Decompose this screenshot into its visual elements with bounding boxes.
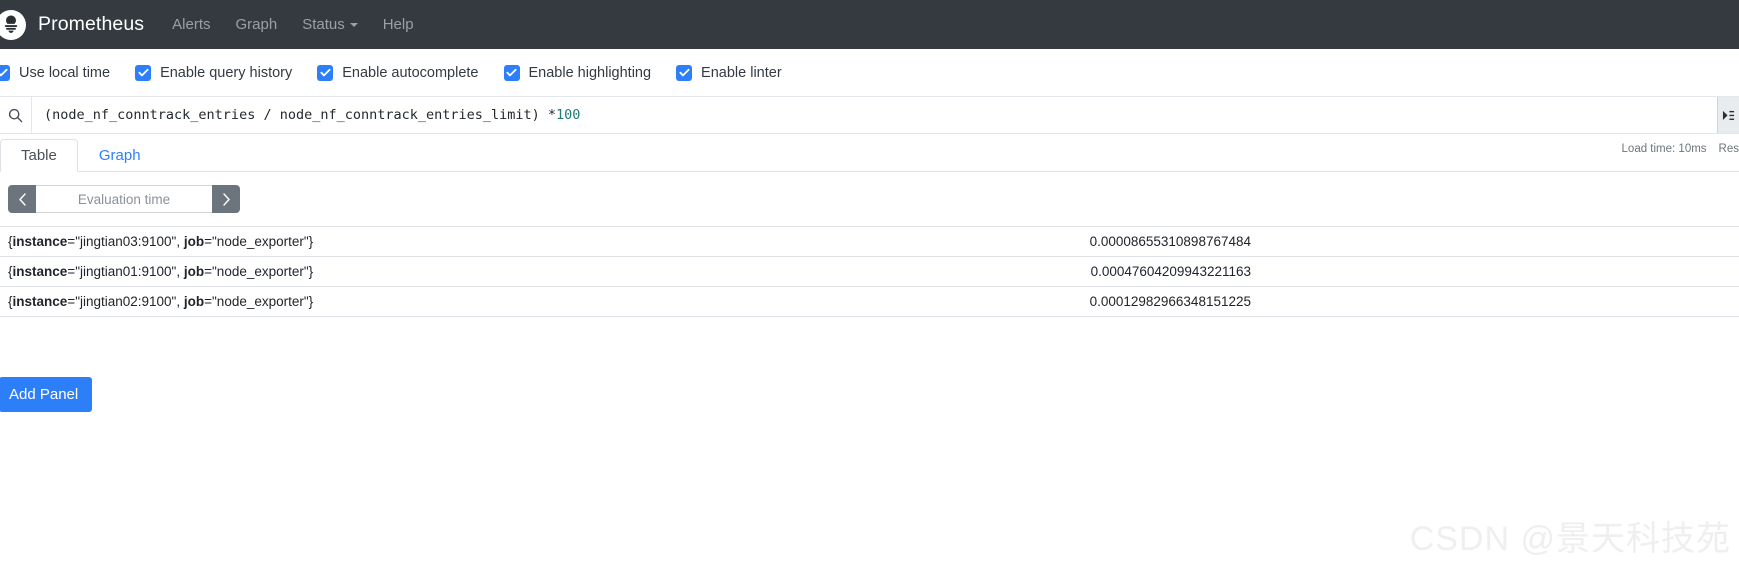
series-labels-cell: {instance="jingtian01:9100", job="node_e… [8, 264, 314, 279]
result-tabs: Table Graph [0, 134, 1739, 172]
series-value-cell: 0.00047604209943221163 [1090, 264, 1251, 279]
series-value-cell: 0.00012982966348151225 [1089, 294, 1251, 309]
evaluation-time-area: Evaluation time [0, 172, 1739, 213]
checkbox-checked-icon[interactable] [503, 64, 520, 81]
option-label: Enable linter [701, 64, 782, 81]
option-enable-linter[interactable]: Enable linter [676, 64, 782, 81]
results-table: {instance="jingtian03:9100", job="node_e… [0, 226, 1739, 317]
option-label: Enable autocomplete [342, 64, 479, 81]
checkbox-checked-icon[interactable] [676, 64, 693, 81]
nav-link-help[interactable]: Help [383, 16, 414, 33]
label-name: job [183, 294, 205, 309]
option-label: Enable highlighting [528, 64, 652, 81]
add-panel-area: Add Panel [0, 317, 1739, 412]
label-value: "node_exporter" [212, 294, 309, 309]
brace-close: } [308, 234, 314, 249]
table-row[interactable]: {instance="jingtian01:9100", job="node_e… [0, 256, 1739, 287]
nav-link-status[interactable]: Status [302, 16, 358, 33]
label-value: "node_exporter" [212, 234, 309, 249]
checkbox-checked-icon[interactable] [317, 64, 334, 81]
nav-link-alerts[interactable]: Alerts [172, 16, 210, 33]
expression-input[interactable]: (node_nf_conntrack_entries / node_nf_con… [32, 97, 1717, 133]
option-enable-autocomplete[interactable]: Enable autocomplete [317, 64, 479, 81]
checkbox-checked-icon[interactable] [135, 64, 152, 81]
nav-link-graph[interactable]: Graph [235, 16, 277, 33]
option-enable-query-history[interactable]: Enable query history [135, 64, 293, 81]
brace-close: } [308, 264, 314, 279]
prometheus-graph-page: Prometheus Alerts Graph Status Help Use … [0, 0, 1739, 564]
evaluation-time-placeholder: Evaluation time [77, 191, 171, 207]
label-name: instance [12, 234, 68, 249]
option-label: Use local time [19, 64, 111, 81]
chevron-left-icon[interactable] [8, 185, 36, 213]
query-bar: (node_nf_conntrack_entries / node_nf_con… [0, 96, 1739, 134]
evaluation-time-input[interactable]: Evaluation time [36, 185, 212, 213]
tabs-area: Table Graph Load time: 10ms Res [0, 134, 1739, 172]
expression-text: (node_nf_conntrack_entries / node_nf_con… [44, 107, 557, 123]
label-name: job [183, 234, 205, 249]
series-value-cell: 0.00008655310898767484 [1089, 234, 1251, 249]
series-labels-cell: {instance="jingtian03:9100", job="node_e… [8, 234, 314, 249]
resolution-text: Res [1718, 143, 1739, 155]
brace-close: } [308, 294, 314, 309]
option-use-local-time[interactable]: Use local time [0, 64, 111, 81]
series-labels-cell: {instance="jingtian02:9100", job="node_e… [8, 294, 314, 309]
evaluation-time-group: Evaluation time [8, 185, 240, 213]
execute-icon[interactable] [1717, 97, 1739, 133]
label-value: "jingtian01:9100" [75, 264, 177, 279]
tab-table[interactable]: Table [0, 139, 78, 172]
watermark: CSDN @景天科技苑 [1409, 520, 1731, 558]
chevron-right-icon[interactable] [212, 185, 240, 213]
query-meta: Load time: 10ms Res [1610, 143, 1739, 155]
label-value: "jingtian03:9100" [75, 234, 177, 249]
label-name: instance [12, 264, 68, 279]
prometheus-logo-icon[interactable] [0, 9, 26, 40]
label-value: "node_exporter" [212, 264, 309, 279]
expression-number: 100 [556, 107, 581, 123]
navbar: Prometheus Alerts Graph Status Help [0, 0, 1739, 49]
label-name: job [183, 264, 205, 279]
label-name: instance [12, 294, 68, 309]
table-row[interactable]: {instance="jingtian03:9100", job="node_e… [0, 226, 1739, 257]
search-icon [0, 97, 32, 133]
table-row[interactable]: {instance="jingtian02:9100", job="node_e… [0, 286, 1739, 317]
option-enable-highlighting[interactable]: Enable highlighting [503, 64, 652, 81]
add-panel-button[interactable]: Add Panel [0, 377, 93, 412]
tab-graph[interactable]: Graph [78, 139, 162, 172]
label-value: "jingtian02:9100" [75, 294, 177, 309]
option-label: Enable query history [160, 64, 293, 81]
brand-name[interactable]: Prometheus [38, 13, 144, 36]
query-options-row: Use local time Enable query history Enab… [0, 49, 1739, 96]
checkbox-checked-icon[interactable] [0, 64, 10, 81]
load-time-text: Load time: 10ms [1621, 143, 1707, 155]
